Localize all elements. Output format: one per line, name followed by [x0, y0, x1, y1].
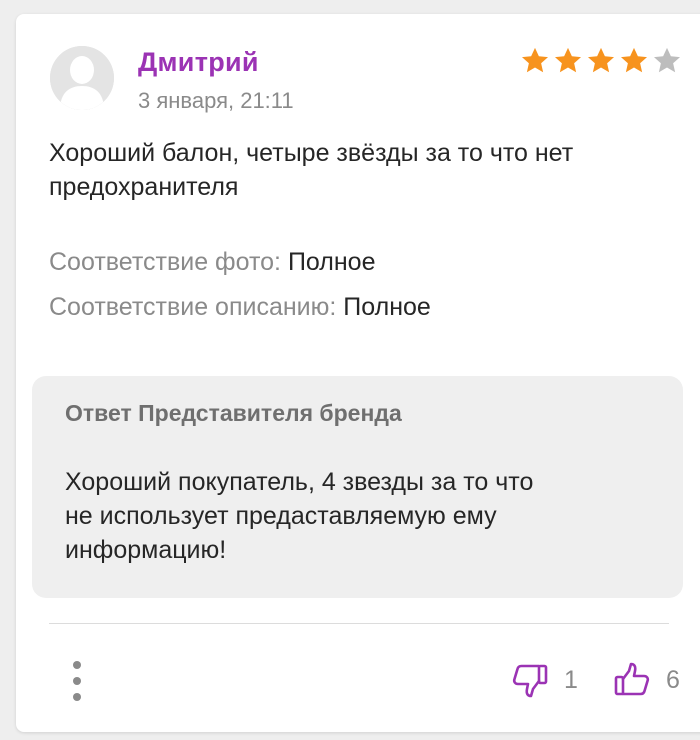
- more-vertical-icon[interactable]: [66, 661, 88, 701]
- star-filled-icon: [588, 47, 614, 73]
- author-name: Дмитрий: [138, 47, 259, 77]
- like-count: 6: [666, 665, 680, 694]
- star-filled-icon: [522, 47, 548, 73]
- review-text: Хороший балон, четыре звёзды за то что н…: [49, 139, 574, 201]
- photo-match-label: Соответствие фото:: [49, 248, 281, 276]
- review-date: 3 января, 21:11: [138, 88, 294, 113]
- photo-match-row: Соответствие фото: Полное: [49, 248, 375, 277]
- star-filled-icon: [555, 47, 581, 73]
- menu-dot: [73, 661, 81, 669]
- dislike-count: 1: [564, 665, 578, 694]
- like-button[interactable]: 6: [612, 660, 680, 700]
- description-match-row: Соответствие описанию: Полное: [49, 293, 431, 322]
- avatar: [50, 46, 114, 110]
- star-filled-icon: [621, 47, 647, 73]
- menu-dot: [73, 677, 81, 685]
- review-card: Дмитрий 3 января, 21:11 Хороший балон, ч…: [16, 14, 700, 732]
- brand-reply: Ответ Представителя бренда Хороший покуп…: [32, 376, 683, 598]
- thumbs-down-icon: [512, 664, 548, 698]
- photo-match-value: Полное: [287, 248, 376, 276]
- description-match-value: Полное: [343, 293, 431, 321]
- star-empty-icon: [654, 47, 680, 73]
- thumbs-up-icon: [614, 662, 650, 696]
- description-match-label: Соответствие описанию:: [49, 293, 337, 321]
- menu-dot: [73, 693, 81, 701]
- reply-text: Хороший покупатель, 4 звезды за то что н…: [65, 468, 534, 564]
- reply-title: Ответ Представителя бренда: [65, 400, 402, 426]
- rating-stars: [520, 46, 682, 76]
- user-silhouette-icon: [50, 46, 114, 110]
- divider: [49, 623, 669, 624]
- dislike-button[interactable]: 1: [510, 660, 578, 700]
